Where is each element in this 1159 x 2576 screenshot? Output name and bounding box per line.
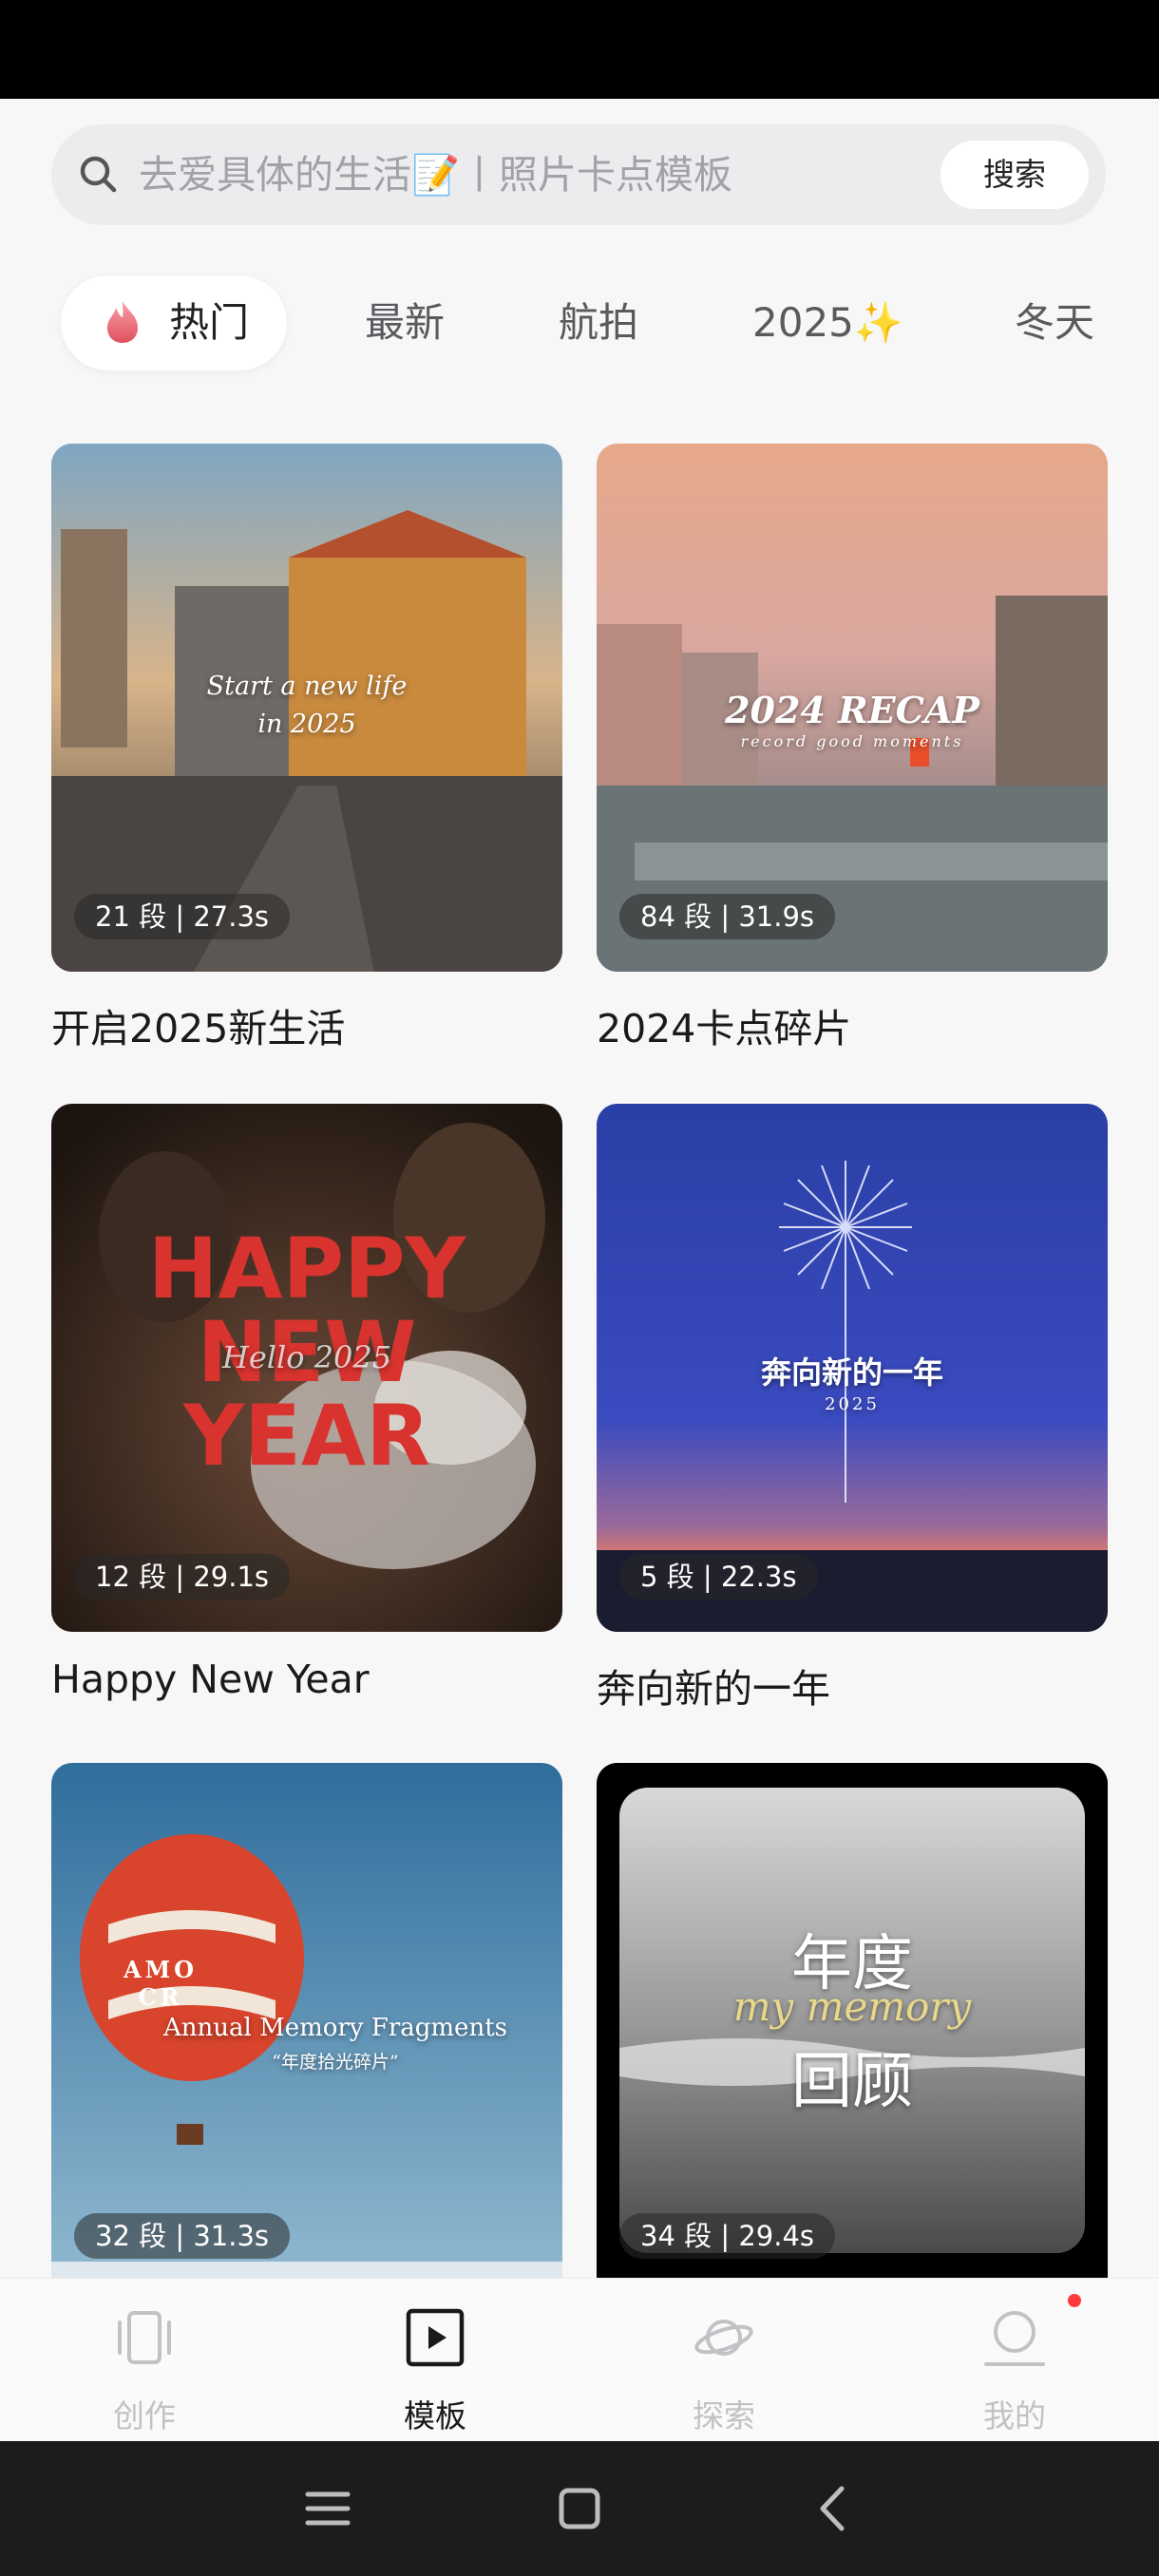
search-bar[interactable]: 去爱具体的生活📝丨照片卡点模板 搜索	[51, 124, 1106, 225]
nav-label: 探索	[693, 2397, 755, 2434]
clip-duration-badge: 5 段 | 22.3s	[619, 1554, 818, 1600]
phone-frame-icon	[118, 2311, 171, 2364]
template-thumbnail[interactable]: AMO CR Annual Memory Fragments “年度拾光碎片” …	[51, 1763, 562, 2278]
search-icon	[80, 156, 117, 193]
template-title[interactable]: 奔向新的一年	[597, 1657, 1108, 1714]
overlay-text: in 2025	[257, 710, 356, 739]
overlay-text: 奔向新的一年	[760, 1354, 943, 1391]
template-thumbnail[interactable]: 年度 回顾 my memory 34 段 | 29.4s	[597, 1763, 1108, 2278]
template-card[interactable]: AMO CR Annual Memory Fragments “年度拾光碎片” …	[51, 1763, 562, 2278]
tab-hot[interactable]: 热门	[61, 275, 288, 370]
tab-winter[interactable]: 冬天	[1015, 275, 1094, 370]
planet-icon	[694, 2320, 753, 2356]
overlay-text: Hello 2025	[221, 1339, 392, 1375]
overlay-text: “年度拾光碎片”	[272, 2052, 399, 2073]
nav-label: 模板	[404, 2397, 466, 2434]
overlay-text: record good moments	[740, 732, 964, 750]
template-title[interactable]: Happy New Year	[51, 1657, 562, 1702]
clip-duration-badge: 34 段 | 29.4s	[619, 2213, 836, 2259]
home-icon[interactable]	[550, 2479, 609, 2538]
nav-label: 我的	[983, 2397, 1046, 2434]
template-thumbnail[interactable]: HAPPY NEW YEAR Hello 2025 12 段 | 29.1s	[51, 1104, 562, 1632]
overlay-text: 回顾	[791, 2047, 913, 2117]
status-bar	[0, 0, 1159, 99]
category-tabs: 热门 最新 航拍 2025✨ 冬天	[0, 275, 1159, 380]
profile-icon	[984, 2311, 1045, 2366]
overlay-text: AMO CR	[123, 1956, 199, 2011]
clip-duration-badge: 21 段 | 27.3s	[74, 894, 291, 939]
nav-explore[interactable]: 探索	[619, 2279, 828, 2442]
overlay-text: my memory	[732, 1983, 972, 2030]
city-street-image	[51, 444, 562, 972]
clip-duration-badge: 12 段 | 29.1s	[74, 1554, 291, 1600]
overlay-text: Start a new life	[206, 672, 408, 701]
tab-label: 热门	[169, 299, 250, 346]
play-square-icon	[406, 2308, 465, 2367]
template-thumbnail[interactable]: 2024 RECAP record good moments 84 段 | 31…	[597, 444, 1108, 972]
tab-aerial[interactable]: 航拍	[559, 275, 638, 370]
overlay-text: 2025	[825, 1394, 880, 1414]
search-button[interactable]: 搜索	[940, 141, 1089, 209]
search-input[interactable]: 去爱具体的生活📝丨照片卡点模板	[139, 124, 732, 225]
nav-create[interactable]: 创作	[40, 2279, 249, 2442]
clip-duration-badge: 84 段 | 31.9s	[619, 894, 836, 939]
overlay-text: 2024 RECAP	[725, 689, 979, 731]
nav-templates[interactable]: 模板	[331, 2279, 540, 2442]
overlay-text: HAPPY	[147, 1220, 466, 1317]
tab-latest[interactable]: 最新	[365, 275, 445, 370]
nav-label: 创作	[113, 2397, 176, 2434]
system-nav-bar	[0, 2441, 1159, 2576]
bottom-nav: 创作 模板 探索 我的	[0, 2278, 1159, 2442]
menu-icon[interactable]	[298, 2479, 357, 2538]
notification-dot	[1068, 2294, 1081, 2307]
flame-icon	[107, 300, 138, 343]
clip-duration-badge: 32 段 | 31.3s	[74, 2213, 291, 2259]
template-card[interactable]: 2024 RECAP record good moments 84 段 | 31…	[597, 444, 1108, 1053]
template-thumbnail[interactable]: Start a new life in 2025 21 段 | 27.3s	[51, 444, 562, 972]
template-card[interactable]: Start a new life in 2025 21 段 | 27.3s 开启…	[51, 444, 562, 1053]
template-card[interactable]: 奔向新的一年 2025 5 段 | 22.3s 奔向新的一年	[597, 1104, 1108, 1714]
overlay-text: YEAR	[183, 1387, 430, 1485]
overlay-text: Annual Memory Fragments	[163, 2014, 507, 2042]
template-thumbnail[interactable]: 奔向新的一年 2025 5 段 | 22.3s	[597, 1104, 1108, 1632]
nav-profile[interactable]: 我的	[910, 2279, 1119, 2442]
back-icon[interactable]	[804, 2479, 863, 2538]
template-title[interactable]: 开启2025新生活	[51, 996, 562, 1053]
template-card[interactable]: 年度 回顾 my memory 34 段 | 29.4s	[597, 1763, 1108, 2278]
template-card[interactable]: HAPPY NEW YEAR Hello 2025 12 段 | 29.1s H…	[51, 1104, 562, 1702]
tab-2025[interactable]: 2025✨	[752, 275, 903, 370]
template-title[interactable]: 2024卡点碎片	[597, 996, 1108, 1053]
